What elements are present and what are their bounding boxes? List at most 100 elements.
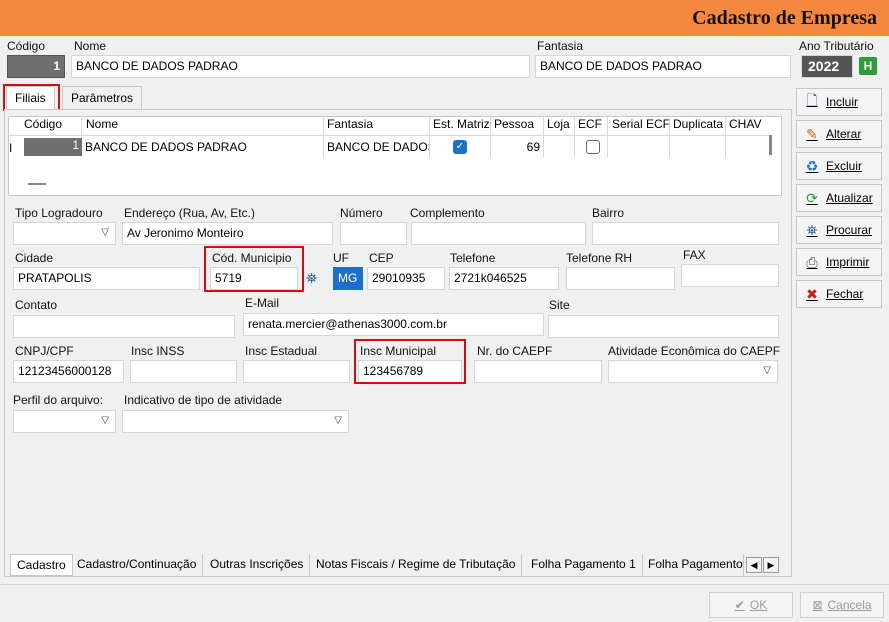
contato-label: Contato — [15, 298, 58, 312]
tipo-logradouro-select[interactable]: ▽ — [13, 222, 116, 245]
btab-outras-inscricoes[interactable]: Outras Inscrições — [204, 554, 311, 576]
insc-inss-label: Insc INSS — [131, 344, 185, 358]
refresh-icon: ⟳ — [806, 189, 818, 206]
grid-row-codigo[interactable]: 1 — [24, 138, 82, 156]
cnpj-label: CNPJ/CPF — [15, 344, 74, 358]
cidade-field[interactable]: PRATAPOLIS — [13, 267, 200, 290]
codigo-label: Código — [7, 39, 46, 53]
grid-header-duplicata: Duplicata — [673, 117, 724, 131]
title-bar: Cadastro de Empresa — [0, 0, 889, 36]
complemento-label: Complemento — [410, 206, 485, 220]
tab-parametros[interactable]: Parâmetros — [62, 86, 143, 110]
ano-field[interactable]: 2022 — [801, 55, 853, 78]
grid-new-row-marker — [28, 183, 46, 185]
grid-row-nome[interactable]: BANCO DE DADOS PADRAO — [85, 140, 247, 154]
printer-icon: ⎙ — [806, 253, 818, 270]
fax-field[interactable] — [681, 264, 779, 287]
procurar-button[interactable]: ⛯ Procurar — [796, 216, 882, 244]
highlight-cod-municipio — [204, 246, 304, 292]
cancel-icon: ⊠ — [812, 598, 823, 612]
atividade-select[interactable]: ▽ — [608, 360, 778, 383]
btab-cadastro[interactable]: Cadastro — [10, 554, 73, 576]
chevron-down-icon: ▽ — [334, 415, 342, 426]
grid-header-chav: CHAV — [729, 117, 762, 131]
cep-label: CEP — [369, 251, 394, 265]
email-label: E-Mail — [245, 296, 280, 310]
site-label: Site — [549, 298, 570, 312]
indicativo-select[interactable]: ▽ — [122, 410, 349, 433]
fantasia-field[interactable]: BANCO DE DADOS PADRAO — [535, 55, 791, 78]
uf-field[interactable]: MG — [333, 267, 363, 290]
nome-field[interactable]: BANCO DE DADOS PADRAO — [71, 55, 530, 78]
ano-help-button[interactable]: H — [859, 57, 877, 75]
window-title: Cadastro de Empresa — [692, 7, 877, 29]
chevron-down-icon: ▽ — [763, 365, 771, 376]
cancela-button[interactable]: ⊠ Cancela — [800, 592, 884, 618]
fantasia-label: Fantasia — [537, 39, 584, 53]
ok-button[interactable]: ✔ OK — [709, 592, 793, 618]
insc-estadual-label: Insc Estadual — [245, 344, 318, 358]
tab-scroll-left-icon[interactable]: ◀ — [746, 557, 762, 573]
atualizar-button[interactable]: ⟳ Atualizar — [796, 184, 882, 212]
imprimir-button[interactable]: ⎙ Imprimir — [796, 248, 882, 276]
check-icon: ✔ — [734, 598, 745, 612]
grid-header-loja: Loja — [547, 117, 570, 131]
uf-label: UF — [333, 251, 349, 265]
est-matriz-checkbox[interactable]: ✓ — [453, 140, 467, 154]
cnpj-field[interactable]: 12123456000128 — [13, 360, 124, 383]
excluir-button[interactable]: ♻ Excluir — [796, 152, 882, 180]
numero-label: Número — [340, 206, 383, 220]
tipo-logradouro-label: Tipo Logradouro — [15, 206, 103, 220]
email-field[interactable]: renata.mercier@athenas3000.com.br — [243, 313, 544, 336]
incluir-button[interactable]: 🗋 Incluir — [796, 88, 882, 116]
btab-notas-fiscais[interactable]: Notas Fiscais / Regime de Tributação — [310, 554, 523, 576]
insc-estadual-field[interactable] — [243, 360, 350, 383]
highlight-filiais — [3, 84, 60, 111]
chevron-down-icon: ▽ — [101, 415, 109, 426]
perfil-label: Perfil do arquivo: — [13, 393, 104, 407]
numero-field[interactable] — [340, 222, 407, 245]
telefone-label: Telefone — [450, 251, 496, 265]
nome-label: Nome — [74, 39, 107, 53]
binoculars-icon: ⛯ — [806, 221, 818, 238]
indicativo-label: Indicativo de tipo de atividade — [124, 393, 283, 407]
codigo-field[interactable]: 1 — [7, 55, 65, 78]
recycle-icon: ♻ — [805, 157, 819, 174]
telefone-rh-field[interactable] — [566, 267, 675, 290]
grid-header-codigo: Código — [24, 117, 63, 131]
highlight-insc-municipal — [354, 339, 466, 384]
cep-field[interactable]: 29010935 — [367, 267, 445, 290]
pencil-icon: ✎ — [806, 125, 818, 142]
insc-inss-field[interactable] — [130, 360, 237, 383]
grid-row-pessoa[interactable]: 69 — [494, 140, 540, 154]
telefone-rh-label: Telefone RH — [566, 251, 633, 265]
tab-scroll-right-icon[interactable]: ▶ — [763, 557, 779, 573]
grid-header-nome: Nome — [86, 117, 119, 131]
bairro-label: Bairro — [592, 206, 625, 220]
endereco-label: Endereço (Rua, Av, Etc.) — [124, 206, 255, 220]
row-cursor-icon: I — [9, 141, 13, 155]
perfil-select[interactable]: ▽ — [13, 410, 116, 433]
telefone-field[interactable]: 2721k046525 — [449, 267, 559, 290]
document-icon: 🗋 — [806, 92, 818, 108]
ecf-checkbox[interactable] — [586, 140, 600, 154]
complemento-field[interactable] — [411, 222, 586, 245]
caepf-field[interactable] — [474, 360, 602, 383]
grid-header-pessoa: Pessoa — [494, 117, 535, 131]
endereco-field[interactable]: Av Jeronimo Monteiro — [122, 222, 333, 245]
grid-header-fantasia: Fantasia — [327, 117, 374, 131]
site-field[interactable] — [548, 315, 779, 338]
grid-scrollbar[interactable] — [769, 135, 772, 155]
grid-row-fantasia[interactable]: BANCO DE DADOS — [327, 140, 429, 154]
btab-folha-pagamento-1[interactable]: Folha Pagamento 1 — [525, 554, 643, 576]
alterar-button[interactable]: ✎ Alterar — [796, 120, 882, 148]
close-window-icon: ✖ — [806, 285, 818, 302]
btab-cadastro-continuacao[interactable]: Cadastro/Continuação — [71, 554, 204, 576]
bairro-field[interactable] — [592, 222, 779, 245]
grid-header-est-matriz: Est. Matriz — [433, 117, 490, 131]
btab-folha-pagamento[interactable]: Folha Pagamento — [642, 554, 744, 576]
fechar-button[interactable]: ✖ Fechar — [796, 280, 882, 308]
contato-field[interactable] — [13, 315, 235, 338]
atividade-label: Atividade Econômica do CAEPF — [608, 344, 781, 358]
binoculars-search-icon[interactable]: ⛯ — [306, 270, 317, 287]
